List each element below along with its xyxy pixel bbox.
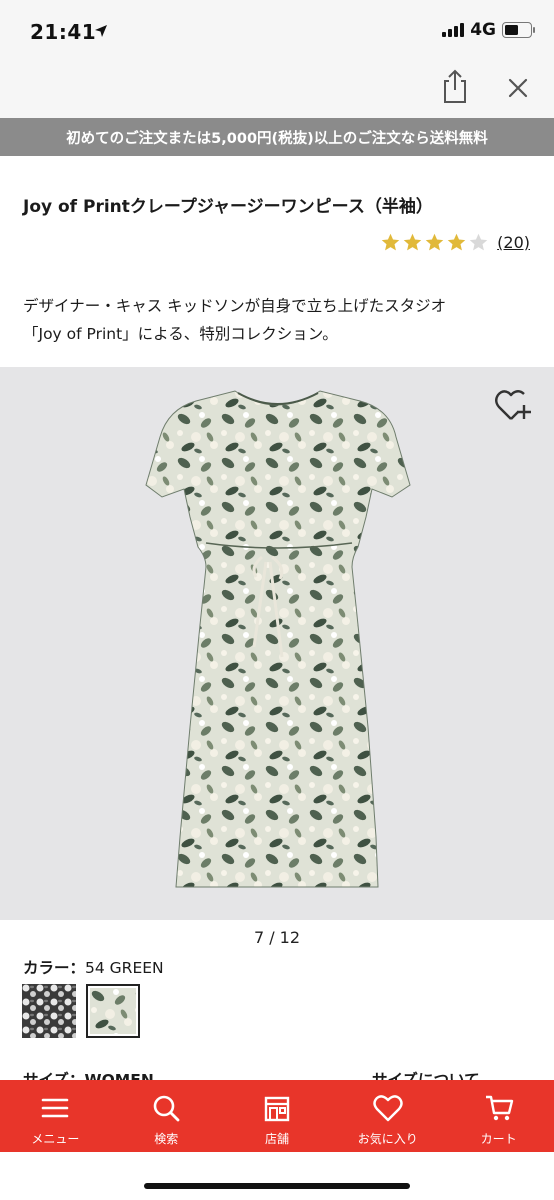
bottom-nav: メニュー 検索 店舗 お気に入り カート xyxy=(0,1080,554,1152)
selected-color: 54 GREEN xyxy=(85,959,164,977)
color-swatch-green[interactable] xyxy=(86,984,140,1038)
color-label: カラー： xyxy=(23,959,86,977)
image-pager: 7 / 12 xyxy=(253,928,301,947)
heart-plus-icon[interactable] xyxy=(494,388,532,424)
home-indicator-area xyxy=(0,1152,554,1200)
status-indicators: 4G xyxy=(442,20,535,40)
star-filled-icon xyxy=(381,233,400,251)
product-page: 21:41 4G 初めてのご注文または5,000円(税抜)以上のご注文なら送料無… xyxy=(0,0,554,1200)
product-image-dress xyxy=(145,390,411,888)
battery-icon xyxy=(502,22,535,38)
search-icon xyxy=(153,1095,180,1122)
free-shipping-banner: 初めてのご注文または5,000円(税抜)以上のご注文なら送料無料 xyxy=(0,118,554,156)
product-image-carousel[interactable] xyxy=(0,367,554,920)
color-selection: カラー：54 GREEN xyxy=(23,956,164,978)
close-icon[interactable] xyxy=(504,74,532,102)
product-title: Joy of Printクレープジャージーワンピース（半袖） xyxy=(23,197,433,217)
nav-store[interactable]: 店舗 xyxy=(222,1080,333,1152)
nav-cart-label: カート xyxy=(480,1132,517,1146)
nav-menu[interactable]: メニュー xyxy=(0,1080,111,1152)
description-line-1: デザイナー・キャス キッドソンが自身で立ち上げたスタジオ xyxy=(23,297,447,315)
nav-search-label: 検索 xyxy=(154,1132,179,1146)
network-type: 4G xyxy=(470,20,496,40)
star-filled-icon xyxy=(403,233,422,251)
nav-menu-label: メニュー xyxy=(31,1132,80,1146)
swatch-dark-pattern xyxy=(22,984,76,1038)
product-description: デザイナー・キャス キッドソンが自身で立ち上げたスタジオ 「Joy of Pri… xyxy=(23,292,543,348)
nav-store-label: 店舗 xyxy=(264,1132,289,1146)
home-indicator[interactable] xyxy=(144,1183,410,1189)
product-rating[interactable]: (20) xyxy=(380,232,530,253)
swatch-green-pattern xyxy=(90,988,136,1034)
nav-cart[interactable]: カート xyxy=(443,1080,554,1152)
color-swatch-dark[interactable] xyxy=(22,984,76,1038)
heart-icon xyxy=(373,1095,403,1122)
rating-stars xyxy=(380,232,489,253)
share-icon[interactable] xyxy=(440,68,470,104)
review-count-link[interactable]: (20) xyxy=(497,233,530,252)
star-filled-icon xyxy=(447,233,466,251)
top-bar: 21:41 4G xyxy=(0,0,554,118)
location-arrow-icon xyxy=(95,25,107,37)
nav-favorites[interactable]: お気に入り xyxy=(332,1080,443,1152)
star-empty-icon xyxy=(469,233,488,251)
store-icon xyxy=(264,1096,290,1122)
description-line-2: 「Joy of Print」による、特別コレクション。 xyxy=(23,325,338,343)
signal-icon xyxy=(442,23,465,37)
star-filled-icon xyxy=(425,233,444,251)
cart-icon xyxy=(485,1095,513,1121)
nav-favorites-label: お気に入り xyxy=(357,1132,418,1146)
menu-icon xyxy=(42,1098,69,1118)
status-time: 21:41 xyxy=(30,20,97,44)
nav-search[interactable]: 検索 xyxy=(111,1080,222,1152)
